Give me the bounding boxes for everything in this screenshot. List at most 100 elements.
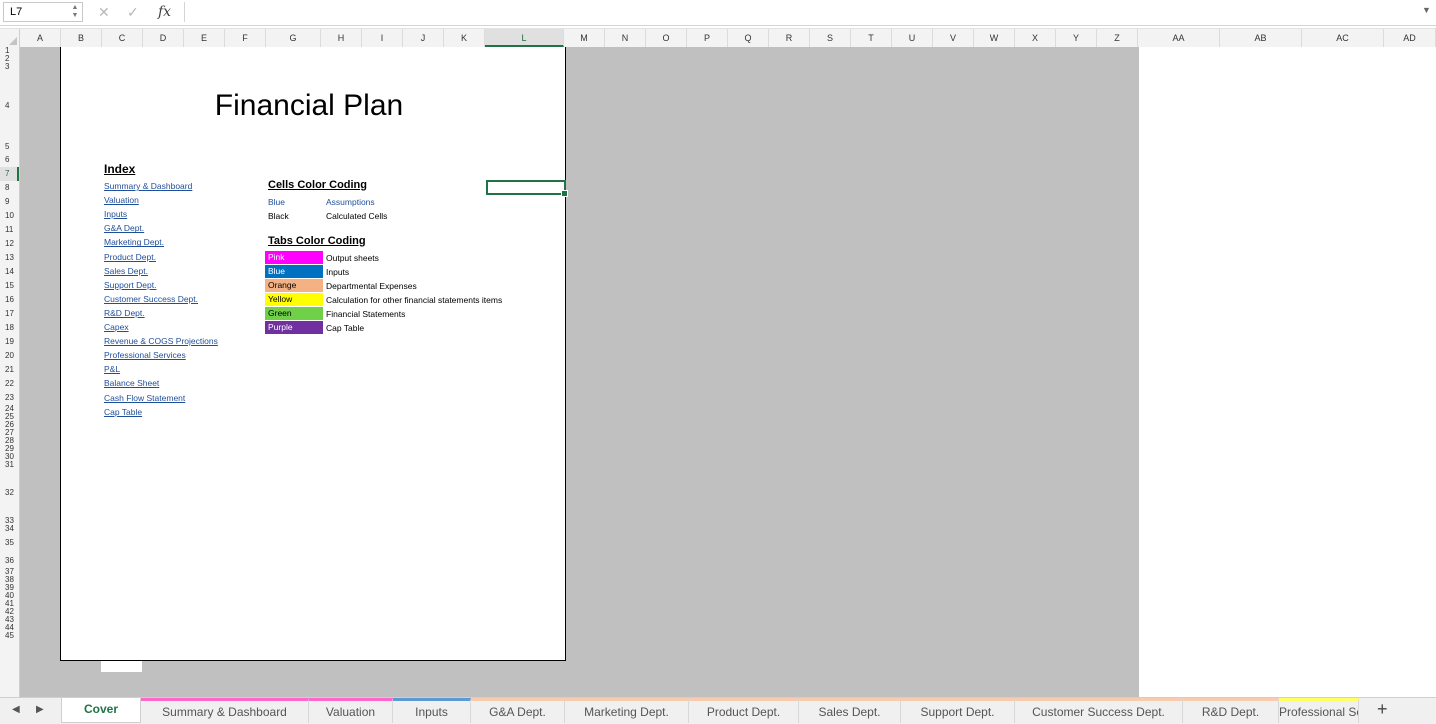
sheet-tab-customer-success-dept-[interactable]: Customer Success Dept. xyxy=(1015,698,1183,723)
sheet-tab-g-a-dept-[interactable]: G&A Dept. xyxy=(471,698,565,723)
function-icon[interactable]: fx xyxy=(158,3,171,21)
row-header-7[interactable]: 7 xyxy=(0,167,19,181)
column-header-g[interactable]: G xyxy=(266,29,321,47)
sheet-tab-valuation[interactable]: Valuation xyxy=(309,698,393,723)
row-header-23[interactable]: 23 xyxy=(0,391,19,405)
column-header-ad[interactable]: AD xyxy=(1384,29,1436,47)
row-header-45[interactable]: 45 xyxy=(0,632,19,640)
column-header-aa[interactable]: AA xyxy=(1138,29,1220,47)
sheet-tab-product-dept-[interactable]: Product Dept. xyxy=(689,698,799,723)
formula-input[interactable] xyxy=(184,2,1416,22)
scroll-tabs-right-icon[interactable]: ▶ xyxy=(36,704,44,715)
selected-cell-L7[interactable] xyxy=(486,180,568,197)
column-header-w[interactable]: W xyxy=(974,29,1015,47)
worksheet-grid[interactable]: Financial Plan Index Summary & Dashboard… xyxy=(20,47,1436,697)
column-header-h[interactable]: H xyxy=(321,29,362,47)
column-header-t[interactable]: T xyxy=(851,29,892,47)
index-link[interactable]: Valuation xyxy=(104,195,139,205)
row-header-17[interactable]: 17 xyxy=(0,307,19,321)
index-link[interactable]: Marketing Dept. xyxy=(104,237,164,247)
sheet-tab-marketing-dept-[interactable]: Marketing Dept. xyxy=(565,698,689,723)
column-header-n[interactable]: N xyxy=(605,29,646,47)
column-header-i[interactable]: I xyxy=(362,29,403,47)
row-header-31[interactable]: 31 xyxy=(0,461,19,469)
row-header-11[interactable]: 11 xyxy=(0,223,19,237)
sheet-tab-support-dept-[interactable]: Support Dept. xyxy=(901,698,1015,723)
column-header-q[interactable]: Q xyxy=(728,29,769,47)
row-header-22[interactable]: 22 xyxy=(0,377,19,391)
column-header-f[interactable]: F xyxy=(225,29,266,47)
row-header-34[interactable]: 34 xyxy=(0,525,19,533)
row-header-19[interactable]: 19 xyxy=(0,335,19,349)
column-header-o[interactable]: O xyxy=(646,29,687,47)
row-header-12[interactable]: 12 xyxy=(0,237,19,251)
index-link[interactable]: R&D Dept. xyxy=(104,308,145,318)
column-header-l[interactable]: L xyxy=(485,29,564,47)
column-header-ab[interactable]: AB xyxy=(1220,29,1302,47)
row-header-35[interactable]: 35 xyxy=(0,533,19,553)
sheet-tab-professional-services[interactable]: Professional Services xyxy=(1279,698,1359,723)
column-header-m[interactable]: M xyxy=(564,29,605,47)
column-header-v[interactable]: V xyxy=(933,29,974,47)
name-box[interactable]: L7 ▲ ▼ xyxy=(3,2,83,22)
row-header-21[interactable]: 21 xyxy=(0,363,19,377)
select-all-corner[interactable] xyxy=(0,29,20,47)
column-header-s[interactable]: S xyxy=(810,29,851,47)
column-header-u[interactable]: U xyxy=(892,29,933,47)
index-link[interactable]: G&A Dept. xyxy=(104,223,144,233)
row-header-18[interactable]: 18 xyxy=(0,321,19,335)
index-link[interactable]: Revenue & COGS Projections xyxy=(104,336,218,346)
index-link[interactable]: Sales Dept. xyxy=(104,266,148,276)
index-link[interactable]: Cash Flow Statement xyxy=(104,393,185,403)
index-link[interactable]: Product Dept. xyxy=(104,252,156,262)
row-header-14[interactable]: 14 xyxy=(0,265,19,279)
column-header-e[interactable]: E xyxy=(184,29,225,47)
add-sheet-icon[interactable]: + xyxy=(1377,699,1388,720)
index-link[interactable]: Support Dept. xyxy=(104,280,156,290)
index-link[interactable]: Capex xyxy=(104,322,129,332)
chevron-down-icon[interactable]: ▼ xyxy=(1422,5,1431,15)
row-header-4[interactable]: 4 xyxy=(0,71,19,141)
column-header-ac[interactable]: AC xyxy=(1302,29,1384,47)
sheet-tab-r-d-dept-[interactable]: R&D Dept. xyxy=(1183,698,1279,723)
index-link[interactable]: Cap Table xyxy=(104,407,142,417)
row-header-5[interactable]: 5 xyxy=(0,141,19,153)
name-box-stepper-icon[interactable]: ▲ ▼ xyxy=(71,4,79,20)
row-header-6[interactable]: 6 xyxy=(0,153,19,167)
index-link[interactable]: Professional Services xyxy=(104,350,186,360)
column-header-r[interactable]: R xyxy=(769,29,810,47)
sheet-tab-cover[interactable]: Cover xyxy=(61,698,141,723)
column-header-k[interactable]: K xyxy=(444,29,485,47)
index-link[interactable]: Customer Success Dept. xyxy=(104,294,198,304)
column-header-d[interactable]: D xyxy=(143,29,184,47)
column-header-c[interactable]: C xyxy=(102,29,143,47)
column-header-y[interactable]: Y xyxy=(1056,29,1097,47)
index-link[interactable]: Inputs xyxy=(104,209,127,219)
row-header-32[interactable]: 32 xyxy=(0,469,19,517)
index-link[interactable]: Balance Sheet xyxy=(104,378,159,388)
row-header-13[interactable]: 13 xyxy=(0,251,19,265)
index-link[interactable]: P&L xyxy=(104,364,120,374)
scroll-tabs-left-icon[interactable]: ◀ xyxy=(12,704,20,715)
sheet-tab-inputs[interactable]: Inputs xyxy=(393,698,471,723)
column-header-z[interactable]: Z xyxy=(1097,29,1138,47)
column-header-p[interactable]: P xyxy=(687,29,728,47)
row-header-10[interactable]: 10 xyxy=(0,209,19,223)
row-header-2[interactable]: 2 xyxy=(0,55,19,63)
confirm-icon[interactable]: ✓ xyxy=(127,3,139,21)
row-header-9[interactable]: 9 xyxy=(0,195,19,209)
row-header-16[interactable]: 16 xyxy=(0,293,19,307)
index-link[interactable]: Summary & Dashboard xyxy=(104,181,192,191)
row-header-3[interactable]: 3 xyxy=(0,63,19,71)
column-header-b[interactable]: B xyxy=(61,29,102,47)
row-header-20[interactable]: 20 xyxy=(0,349,19,363)
row-header-1[interactable]: 1 xyxy=(0,47,19,55)
row-header-8[interactable]: 8 xyxy=(0,181,19,195)
column-header-x[interactable]: X xyxy=(1015,29,1056,47)
column-header-j[interactable]: J xyxy=(403,29,444,47)
sheet-tab-summary-dashboard[interactable]: Summary & Dashboard xyxy=(141,698,309,723)
column-header-a[interactable]: A xyxy=(20,29,61,47)
sheet-tab-sales-dept-[interactable]: Sales Dept. xyxy=(799,698,901,723)
cancel-icon[interactable]: ✕ xyxy=(98,3,110,21)
row-header-15[interactable]: 15 xyxy=(0,279,19,293)
